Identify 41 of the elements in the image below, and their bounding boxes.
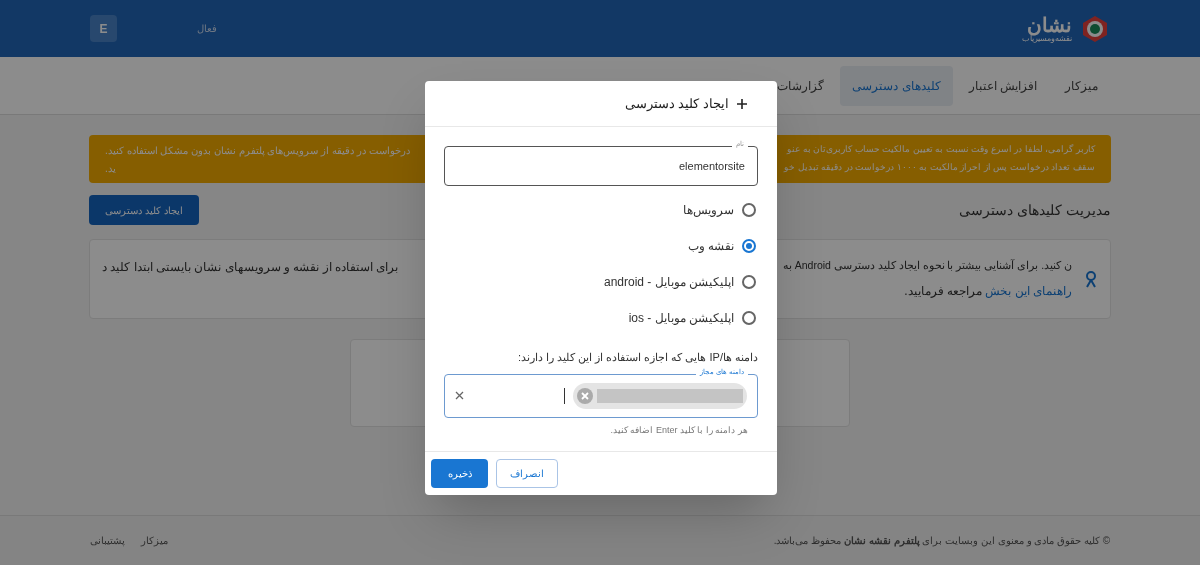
create-key-button[interactable]: ایجاد کلید دسترسی — [89, 195, 199, 225]
save-button[interactable]: ذخیره — [431, 459, 488, 488]
dialog-title: ایجاد کلید دسترسی — [624, 94, 729, 113]
radio-button[interactable] — [742, 239, 756, 253]
guide-link[interactable]: راهنمای این بخش — [985, 284, 1072, 298]
hint-text: هر دامنه را با کلید Enter اضافه کنید. — [609, 423, 749, 437]
avatar[interactable]: E — [90, 15, 117, 42]
radio-button[interactable] — [742, 275, 756, 289]
text-cursor — [564, 387, 565, 404]
notice-text: کاربر گرامی، لطفا در اسرع وقت نسبت به تعیین مالکیت حساب کاربری‌تان به عنو — [787, 142, 1095, 157]
status-text: فعال — [197, 22, 217, 36]
radio-label: اپلیکیشن موبایل - ios — [628, 310, 734, 327]
radio-button[interactable] — [742, 203, 756, 217]
cancel-button[interactable]: انصراف — [496, 459, 558, 488]
footer-link[interactable]: میزکار — [141, 533, 168, 548]
info-text: راهنمای این بخش مراجعه فرمایید. — [904, 283, 1072, 300]
logo-icon — [1080, 13, 1110, 44]
radio-label: اپلیکیشن موبایل - android — [603, 274, 734, 291]
notice-text: ید. — [105, 161, 116, 176]
info-text: برای استفاده از نقشه و سرویسهای نشان بایستی ابتدا کلید د — [102, 259, 399, 276]
nav-tab[interactable]: کلیدهای دسترسی — [840, 65, 953, 106]
nav-tab[interactable]: افزایش اعتبار — [956, 65, 1049, 106]
logo-subtitle: نقشه‌و‌مسیریاب — [1022, 34, 1072, 43]
field-value: elementorsite — [678, 158, 745, 174]
plus-icon — [737, 98, 747, 109]
nav-tab[interactable]: میزکار — [1053, 65, 1110, 106]
logo-title: نشان — [1027, 14, 1072, 35]
footer-link[interactable]: پشتیبانی — [90, 533, 125, 548]
radio-label: نقشه وب — [687, 238, 734, 255]
info-text: ن کنید. برای آشنایی بیشتر با نحوه ایجاد کلید دسترسی Android به — [782, 258, 1072, 274]
notice-text: سقف تعداد درخواست پس از احراز مالکیت به ۱۰۰۰ درخواست در دقیقه تبدیل خو — [784, 160, 1095, 175]
notice-text: درخواست در دقیقه از سرویس‌های پلتفرم نشان بدون مشکل استفاده کنید. — [105, 143, 410, 158]
section-title: مدیریت کلیدهای دسترسی — [959, 200, 1111, 221]
nav-tab[interactable]: گزارشات — [765, 65, 837, 106]
name-field[interactable]: elementorsite — [444, 146, 758, 186]
radio-button[interactable] — [742, 311, 756, 325]
domains-prompt: دامنه ها/IP هایی که اجازه استفاده از این کلید را دارند: — [516, 350, 758, 366]
map-pin-icon — [1084, 270, 1098, 288]
radio-label: سرویس‌ها — [683, 202, 734, 219]
clear-icon[interactable] — [455, 391, 464, 400]
copyright-text: © کلیه حقوق مادی و معنوی این وبسایت برای پلتفرم نقشه نشان محفوظ می‌باشد. — [773, 534, 1110, 548]
